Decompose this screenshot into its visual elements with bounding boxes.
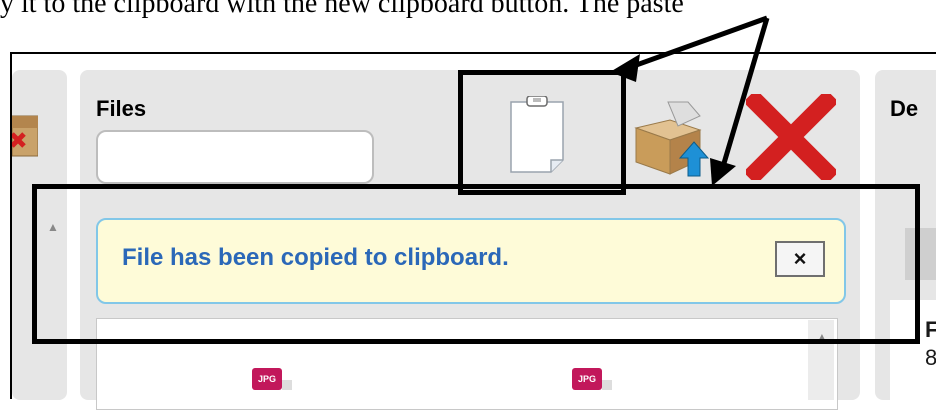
annotation-arrows [610, 15, 770, 186]
